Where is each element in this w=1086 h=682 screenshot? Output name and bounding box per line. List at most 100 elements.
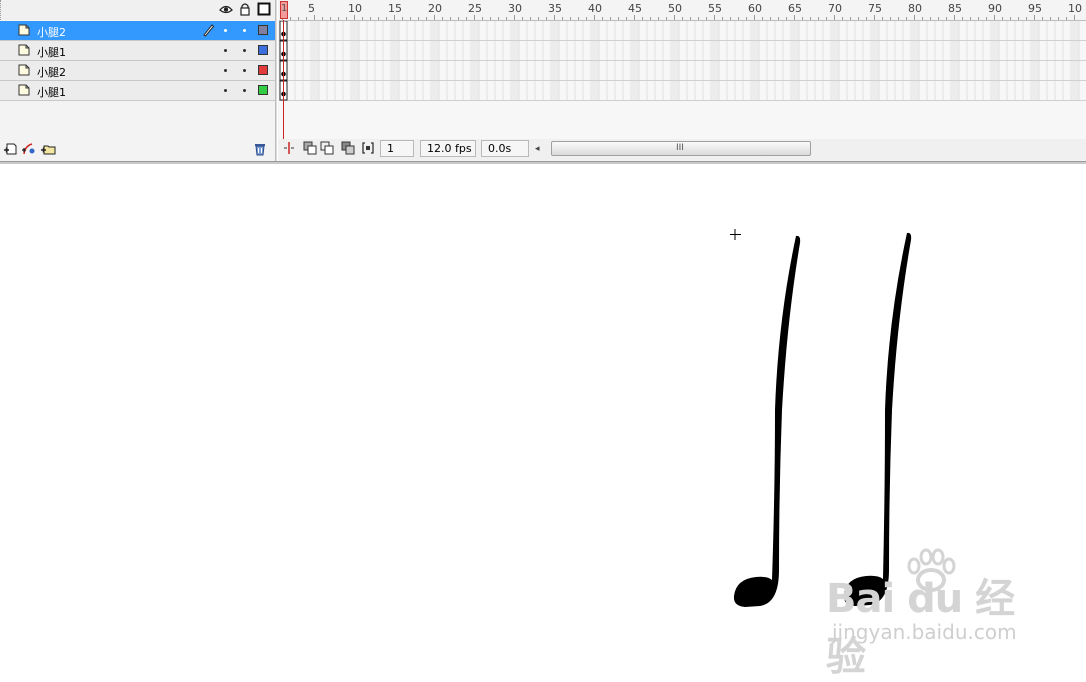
ruler-tick <box>594 15 595 20</box>
ruler-tick <box>898 17 899 20</box>
ruler-tick <box>882 17 883 20</box>
timeline-panel: 小腿2 小腿1 小腿2 小腿1 5 10 15 20 25 30 35 40 45 50 55 60 65 70… <box>0 0 1086 161</box>
lock-toggle[interactable] <box>243 89 246 92</box>
playhead[interactable]: 1 <box>280 1 288 19</box>
ruler-tick <box>682 17 683 20</box>
ruler-tick <box>954 15 955 20</box>
timeline-status-bar: 1 12.0 fps 0.0s ◂ III <box>279 139 1086 160</box>
outline-color-swatch[interactable] <box>258 85 268 95</box>
ruler-label: 10 <box>348 2 362 15</box>
frame-grid[interactable] <box>279 21 1086 101</box>
ruler-tick <box>730 17 731 20</box>
ruler-tick <box>802 17 803 20</box>
frame-rate-readout[interactable]: 12.0 fps <box>420 140 476 157</box>
lock-toggle[interactable] <box>243 69 246 72</box>
lock-toggle[interactable] <box>243 29 246 32</box>
ruler-tick <box>490 17 491 20</box>
ruler-tick <box>498 17 499 20</box>
ruler-tick <box>570 17 571 20</box>
layer-row[interactable]: 小腿2 <box>0 21 275 41</box>
ruler-tick <box>442 17 443 20</box>
ruler-tick <box>1002 17 1003 20</box>
insert-layer-icon[interactable] <box>3 141 19 157</box>
ruler-tick <box>402 17 403 20</box>
layer-row[interactable]: 小腿1 <box>0 41 275 61</box>
outline-color-swatch[interactable] <box>258 45 268 55</box>
trash-icon[interactable] <box>252 141 268 157</box>
ruler-tick <box>738 17 739 20</box>
outline-icon[interactable] <box>257 2 271 16</box>
layer-list: 小腿2 小腿1 小腿2 小腿1 <box>0 21 275 101</box>
layer-row[interactable]: 小腿2 <box>0 61 275 81</box>
ruler-tick <box>610 17 611 20</box>
modify-onion-markers-icon[interactable] <box>361 141 375 155</box>
ruler-tick <box>506 17 507 20</box>
ruler-label: 40 <box>588 2 602 15</box>
ruler-tick <box>418 17 419 20</box>
ruler-tick <box>946 17 947 20</box>
scroll-grip[interactable]: III <box>676 144 686 153</box>
ruler-tick <box>378 17 379 20</box>
insert-layer-folder-icon[interactable] <box>40 141 56 157</box>
ruler-tick <box>826 17 827 20</box>
horizontal-scrollbar[interactable]: III <box>551 141 811 156</box>
crosshair-icon <box>730 229 741 240</box>
ruler-tick <box>746 17 747 20</box>
layer-page-icon <box>18 64 30 76</box>
ruler-tick <box>1026 17 1027 20</box>
leg-shape-left[interactable] <box>733 235 801 607</box>
ruler-tick <box>754 15 755 20</box>
visibility-toggle[interactable] <box>224 29 227 32</box>
ruler-label: 95 <box>1028 2 1042 15</box>
ruler-tick <box>346 17 347 20</box>
ruler-tick <box>394 15 395 20</box>
visibility-toggle[interactable] <box>224 89 227 92</box>
ruler-label: 50 <box>668 2 682 15</box>
ruler-tick <box>370 17 371 20</box>
outline-color-swatch[interactable] <box>258 65 268 75</box>
onion-skin-outlines-icon[interactable] <box>320 141 334 155</box>
layer-row[interactable]: 小腿1 <box>0 81 275 101</box>
ruler-tick <box>386 17 387 20</box>
ruler-label: 70 <box>828 2 842 15</box>
ruler-label: 65 <box>788 2 802 15</box>
frames-area[interactable]: 5 10 15 20 25 30 35 40 45 50 55 60 65 70 75 80 85 90 95 10 … <box>279 0 1086 139</box>
ruler-tick <box>690 17 691 20</box>
eye-icon[interactable] <box>219 2 233 16</box>
visibility-toggle[interactable] <box>224 69 227 72</box>
ruler-tick <box>1066 17 1067 20</box>
resize-handle[interactable] <box>0 0 5 20</box>
lock-icon[interactable] <box>238 2 252 16</box>
ruler-tick <box>714 15 715 20</box>
ruler-tick <box>474 15 475 20</box>
layer-name: 小腿2 <box>37 26 66 39</box>
frame-ruler[interactable]: 5 10 15 20 25 30 35 40 45 50 55 60 65 70 75 80 85 90 95 10 <box>279 0 1086 21</box>
add-motion-guide-icon[interactable] <box>21 141 37 157</box>
onion-skin-icon[interactable] <box>303 141 317 155</box>
ruler-tick <box>914 15 915 20</box>
visibility-toggle[interactable] <box>224 49 227 52</box>
ruler-tick <box>434 15 435 20</box>
ruler-tick <box>634 15 635 20</box>
center-frame-icon[interactable] <box>282 141 296 155</box>
outline-color-swatch[interactable] <box>258 25 268 35</box>
ruler-tick <box>778 17 779 20</box>
panel-splitter[interactable] <box>275 0 278 161</box>
ruler-tick <box>562 17 563 20</box>
ruler-tick <box>858 17 859 20</box>
ruler-tick <box>306 17 307 20</box>
ruler-tick <box>842 17 843 20</box>
ruler-tick <box>962 17 963 20</box>
lock-toggle[interactable] <box>243 49 246 52</box>
ruler-tick <box>642 17 643 20</box>
ruler-tick <box>322 17 323 20</box>
scroll-left-arrow-icon[interactable]: ◂ <box>535 142 547 156</box>
ruler-label: 35 <box>548 2 562 15</box>
ruler-tick <box>482 17 483 20</box>
ruler-label: 55 <box>708 2 722 15</box>
edit-multiple-frames-icon[interactable] <box>341 141 355 155</box>
playhead-line <box>283 20 284 139</box>
ruler-tick <box>586 17 587 20</box>
layer-name: 小腿2 <box>37 66 66 79</box>
ruler-tick <box>890 17 891 20</box>
